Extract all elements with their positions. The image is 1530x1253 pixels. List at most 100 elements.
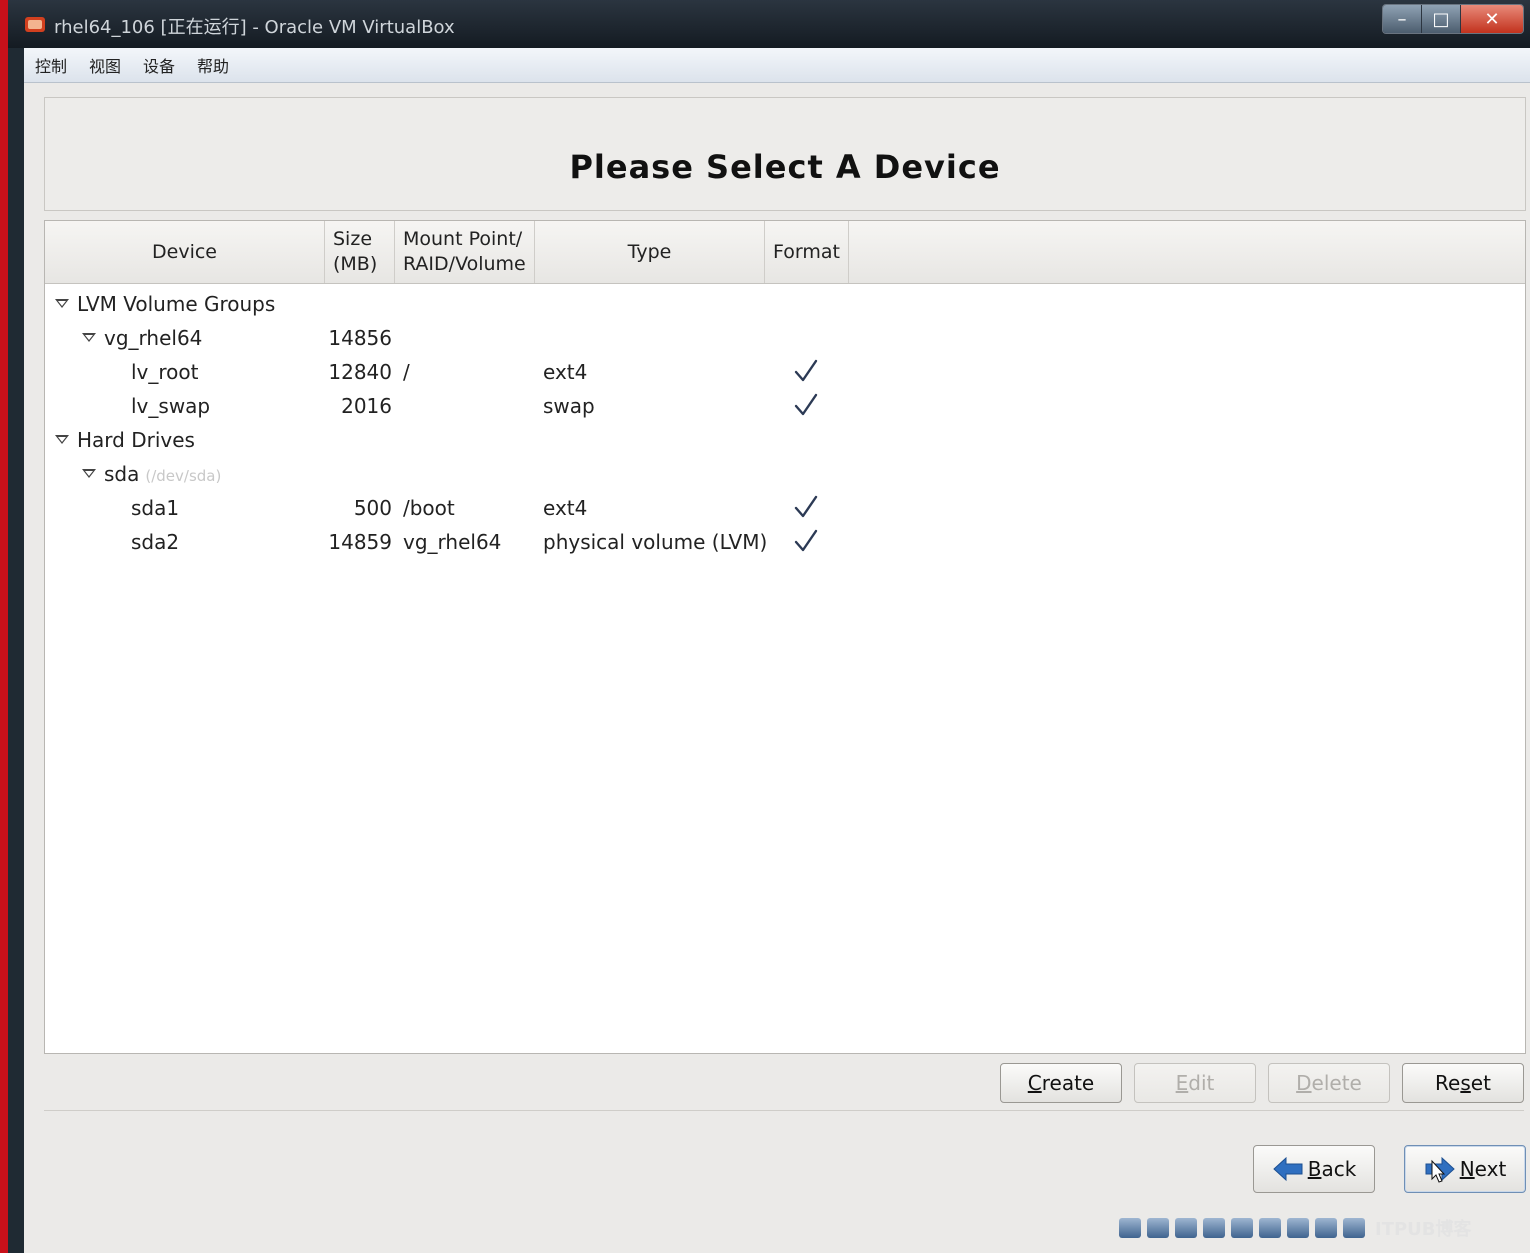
installer-banner: Please Select A Device (44, 97, 1526, 211)
window-titlebar[interactable]: rhel64_106 [正在运行] - Oracle VM VirtualBox… (8, 0, 1530, 48)
close-button[interactable]: ✕ (1461, 5, 1523, 33)
tree-row[interactable]: sda2 14859 vg_rhel64 physical volume (LVM) (45, 525, 1525, 559)
window-title: rhel64_106 [正在运行] - Oracle VM VirtualBox (54, 17, 455, 38)
expander-triangle-icon[interactable] (55, 299, 69, 308)
device-name: vg_rhel64 (104, 321, 202, 355)
column-size-label-line1: Size (333, 228, 373, 250)
menu-devices[interactable]: 设备 (132, 53, 186, 77)
type-cell: ext4 (543, 496, 588, 520)
mount-cell: / (403, 360, 410, 384)
create-button-mnemonic: C (1027, 1071, 1042, 1095)
window-controls: – □ ✕ (1382, 4, 1524, 34)
mount-cell: vg_rhel64 (403, 530, 502, 554)
tree-row[interactable]: vg_rhel64 14856 (45, 321, 1525, 355)
format-check-icon[interactable] (793, 358, 819, 384)
minimize-button[interactable]: – (1383, 5, 1422, 33)
size-cell: 500 (353, 496, 392, 520)
reset-button-label-start: Re (1435, 1071, 1461, 1095)
next-button-mnemonic: N (1459, 1157, 1475, 1181)
menu-help[interactable]: 帮助 (186, 53, 240, 77)
disk-status-icon[interactable] (1119, 1218, 1141, 1238)
tree-row[interactable]: sda (/dev/sda) (45, 457, 1525, 491)
tree-row[interactable]: sda1 500/boot ext4 (45, 491, 1525, 525)
tree-row[interactable]: lv_swap 2016 swap (45, 389, 1525, 423)
edit-button[interactable]: Edit (1134, 1063, 1256, 1103)
next-button-label: ext (1474, 1157, 1507, 1181)
reset-button-label-end: et (1470, 1071, 1491, 1095)
column-size-label-line2: (MB) (333, 253, 378, 275)
usb-status-icon[interactable] (1175, 1218, 1197, 1238)
expander-triangle-icon[interactable] (55, 435, 69, 444)
column-format-label: Format (773, 240, 840, 263)
type-cell: physical volume (LVM) (543, 530, 768, 554)
size-cell (325, 423, 392, 457)
expander-triangle-icon[interactable] (82, 333, 96, 342)
virtualbox-icon (25, 17, 45, 32)
format-check-icon[interactable] (793, 494, 819, 520)
back-button-label: ack (1321, 1157, 1357, 1181)
column-format[interactable]: Format (765, 221, 849, 283)
column-size-label: Size (MB) (333, 227, 377, 277)
device-label: sda (104, 462, 140, 486)
optical-status-icon[interactable] (1147, 1218, 1169, 1238)
column-size[interactable]: Size (MB) (325, 221, 395, 283)
mouse-integration-icon[interactable] (1315, 1218, 1337, 1238)
column-device-label: Device (152, 240, 217, 263)
tree-row[interactable]: lv_root 12840 / ext4 (45, 355, 1525, 389)
device-label: lv_root (131, 360, 199, 384)
display-status-icon[interactable] (1259, 1218, 1281, 1238)
column-mount-label-line2: RAID/Volume (403, 253, 526, 275)
create-button[interactable]: Create (1000, 1063, 1122, 1103)
device-label: sda2 (131, 530, 180, 554)
size-cell (325, 457, 392, 491)
device-label: Hard Drives (77, 428, 195, 452)
size-cell: 2016 (341, 394, 392, 418)
menu-control[interactable]: 控制 (24, 53, 78, 77)
device-name: LVM Volume Groups (77, 287, 275, 321)
type-cell: swap (543, 394, 595, 418)
delete-button[interactable]: Delete (1268, 1063, 1390, 1103)
delete-button-mnemonic: D (1296, 1071, 1312, 1095)
device-name: sda2 (131, 525, 179, 559)
maximize-button[interactable]: □ (1422, 5, 1461, 33)
device-label: vg_rhel64 (104, 326, 203, 350)
delete-button-label: elete (1311, 1071, 1362, 1095)
network-status-icon[interactable] (1231, 1218, 1253, 1238)
column-mount[interactable]: Mount Point/ RAID/Volume (395, 221, 535, 283)
menu-view[interactable]: 视图 (78, 53, 132, 77)
reset-button[interactable]: Re s et (1402, 1063, 1524, 1103)
column-type-label: Type (627, 240, 672, 263)
size-cell: 12840 (328, 360, 392, 384)
expander-triangle-icon[interactable] (82, 469, 96, 478)
device-name: sda (/dev/sda) (104, 457, 221, 491)
back-button[interactable]: Back (1253, 1145, 1375, 1193)
size-cell: 14856 (328, 326, 392, 350)
tree-row[interactable]: Hard Drives (45, 423, 1525, 457)
host-key-icon[interactable] (1343, 1218, 1365, 1238)
edit-button-label: dit (1188, 1071, 1215, 1095)
size-cell: 14859 (328, 530, 392, 554)
edit-button-mnemonic: E (1175, 1071, 1189, 1095)
column-mount-label-line1: Mount Point/ (403, 228, 523, 250)
back-button-mnemonic: B (1307, 1157, 1322, 1181)
device-label: LVM Volume Groups (77, 292, 276, 316)
shared-folder-icon[interactable] (1203, 1218, 1225, 1238)
next-arrow-icon (1425, 1156, 1455, 1183)
mount-cell: /boot (403, 496, 455, 520)
virtualbox-window: rhel64_106 [正在运行] - Oracle VM VirtualBox… (8, 0, 1530, 1253)
device-path: (/dev/sda) (145, 467, 222, 485)
tree-row[interactable]: LVM Volume Groups (45, 287, 1525, 321)
device-name: lv_root (131, 355, 199, 389)
column-type[interactable]: Type (535, 221, 765, 283)
next-button[interactable]: Next (1404, 1145, 1526, 1193)
vm-display[interactable]: Please Select A Device Device Size (MB) … (24, 83, 1530, 1253)
device-name: lv_swap (131, 389, 210, 423)
vm-statusbar: ITPUB博客 (1119, 1216, 1472, 1240)
device-label: sda1 (131, 496, 180, 520)
capture-status-icon[interactable] (1287, 1218, 1309, 1238)
format-check-icon[interactable] (793, 528, 819, 554)
device-tree[interactable]: Device Size (MB) Mount Point/ RAID/Volum… (44, 220, 1526, 1054)
column-device[interactable]: Device (45, 221, 325, 283)
format-check-icon[interactable] (793, 392, 819, 418)
tree-header: Device Size (MB) Mount Point/ RAID/Volum… (45, 221, 1525, 284)
